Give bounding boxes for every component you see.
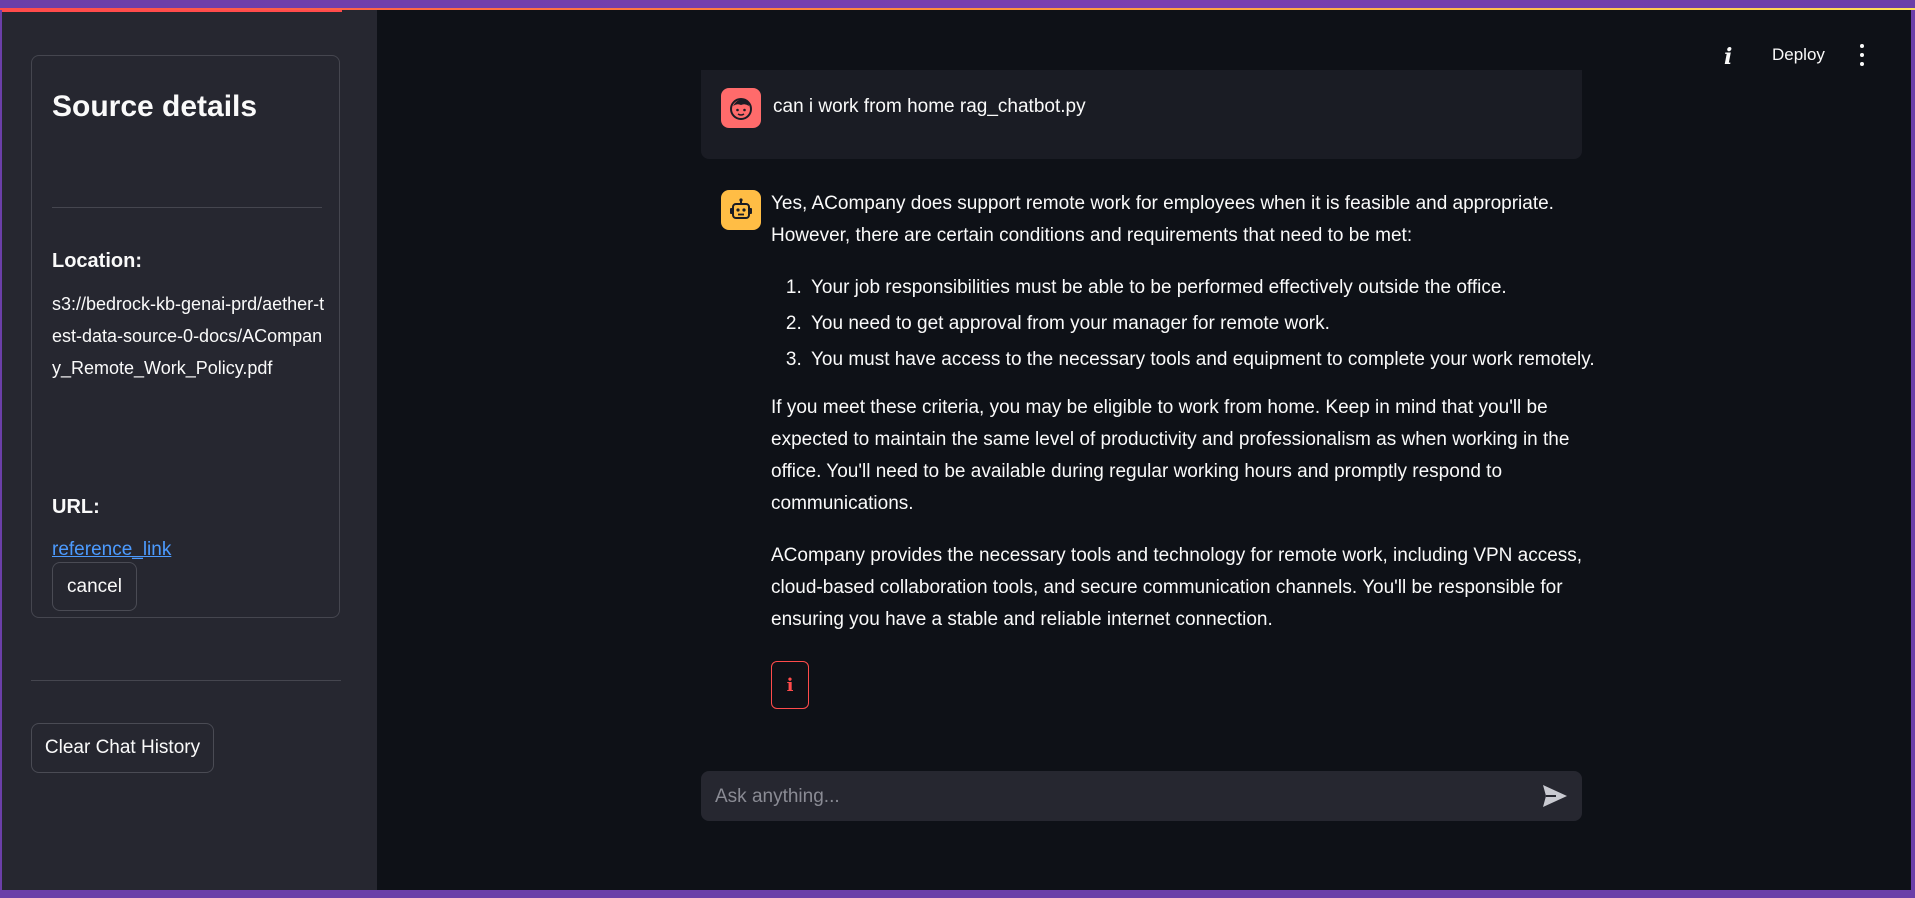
sidebar: Source details Location: s3://bedrock-kb… [2,10,377,890]
assistant-message: Yes, ACompany does support remote work f… [771,188,1595,656]
assistant-paragraph-3: ACompany provides the necessary tools an… [771,545,1583,630]
card-divider [52,207,322,208]
list-item: You need to get approval from your manag… [807,308,1591,340]
user-message-text: can i work from home rag_chatbot.py [773,96,1086,117]
cancel-button[interactable]: cancel [52,562,137,611]
assistant-paragraph-2: If you meet these criteria, you may be e… [771,397,1570,514]
list-item: Your job responsibilities must be able t… [807,272,1591,304]
assistant-avatar-icon [721,190,761,230]
list-item: You must have access to the necessary to… [807,344,1595,376]
chat-input-bar [701,771,1582,823]
source-info-button[interactable]: i [771,661,809,709]
send-icon[interactable] [1542,784,1568,808]
source-details-title: Source details [52,90,258,123]
reference-link[interactable]: reference_link [52,539,171,561]
source-details-card: Source details Location: s3://bedrock-kb… [31,55,340,618]
user-message: can i work from home rag_chatbot.py [701,70,1582,159]
sidebar-accent-line [2,10,342,12]
more-menu-icon[interactable] [1858,44,1866,66]
location-value: s3://bedrock-kb-genai-prd/aether-test-da… [52,294,325,378]
url-label: URL: [52,496,100,518]
info-icon[interactable]: i [1724,44,1732,70]
app-window: Source details Location: s3://bedrock-kb… [2,10,1911,890]
assistant-intro-text: Yes, ACompany does support remote work f… [771,193,1554,246]
user-avatar-icon [721,88,761,128]
chat-input[interactable] [713,771,1517,823]
deploy-button[interactable]: Deploy [1772,45,1825,65]
location-label: Location: [52,250,142,272]
sidebar-divider [31,680,341,681]
requirements-list: Your job responsibilities must be able t… [771,272,1595,376]
clear-chat-history-button[interactable]: Clear Chat History [31,723,214,773]
